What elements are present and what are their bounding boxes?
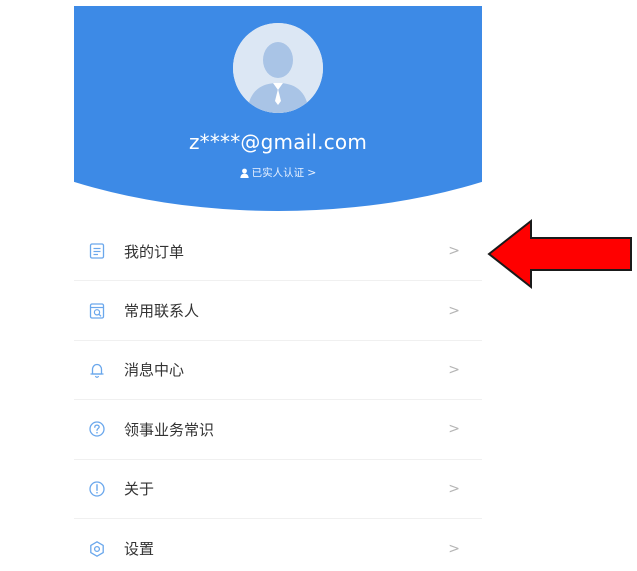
- info-icon: [89, 481, 105, 497]
- menu-item-consular-knowledge[interactable]: 领事业务常识 >: [74, 400, 482, 460]
- chevron-right-icon: >: [448, 540, 460, 557]
- settings-icon: [90, 540, 104, 557]
- verification-label: 已实人认证: [251, 167, 305, 179]
- menu-item-label: 常用联系人: [124, 302, 200, 321]
- menu-item-my-orders[interactable]: 我的订单 >: [74, 222, 482, 282]
- user-avatar-icon: [233, 23, 323, 113]
- chevron-right-icon: >: [448, 361, 460, 378]
- contacts-icon: [89, 302, 105, 319]
- chevron-right-icon: >: [448, 302, 460, 319]
- bell-icon: [90, 363, 104, 378]
- avatar[interactable]: [233, 23, 323, 113]
- chevron-right-icon: >: [448, 421, 460, 438]
- chevron-right-icon: >: [448, 243, 460, 260]
- person-icon: [239, 168, 249, 178]
- menu-item-contacts[interactable]: 常用联系人 >: [74, 281, 482, 341]
- menu-item-label: 我的订单: [124, 242, 185, 261]
- order-icon: [89, 243, 105, 259]
- verification-status[interactable]: 已实人认证 >: [74, 165, 482, 180]
- account-email: z****@gmail.com: [188, 130, 368, 154]
- menu-list: 我的订单 > 常用联系人 > 消息中心 > 领事业务常识 > 关于 > 设置 >: [74, 222, 482, 571]
- menu-item-settings[interactable]: 设置 >: [74, 519, 482, 571]
- menu-item-label: 设置: [124, 540, 155, 559]
- menu-item-label: 领事业务常识: [124, 420, 215, 439]
- menu-item-label: 关于: [124, 480, 155, 499]
- phone-screen: z****@gmail.com 已实人认证 > 我的订单 > 常用联系人 > 消…: [74, 0, 482, 571]
- red-arrow-annotation-icon: [487, 218, 632, 290]
- menu-item-message-center[interactable]: 消息中心 >: [74, 341, 482, 401]
- chevron-right-icon: >: [307, 166, 317, 179]
- chevron-right-icon: >: [448, 480, 460, 497]
- menu-item-about[interactable]: 关于 >: [74, 460, 482, 519]
- help-icon: [89, 421, 105, 438]
- menu-item-label: 消息中心: [124, 361, 185, 380]
